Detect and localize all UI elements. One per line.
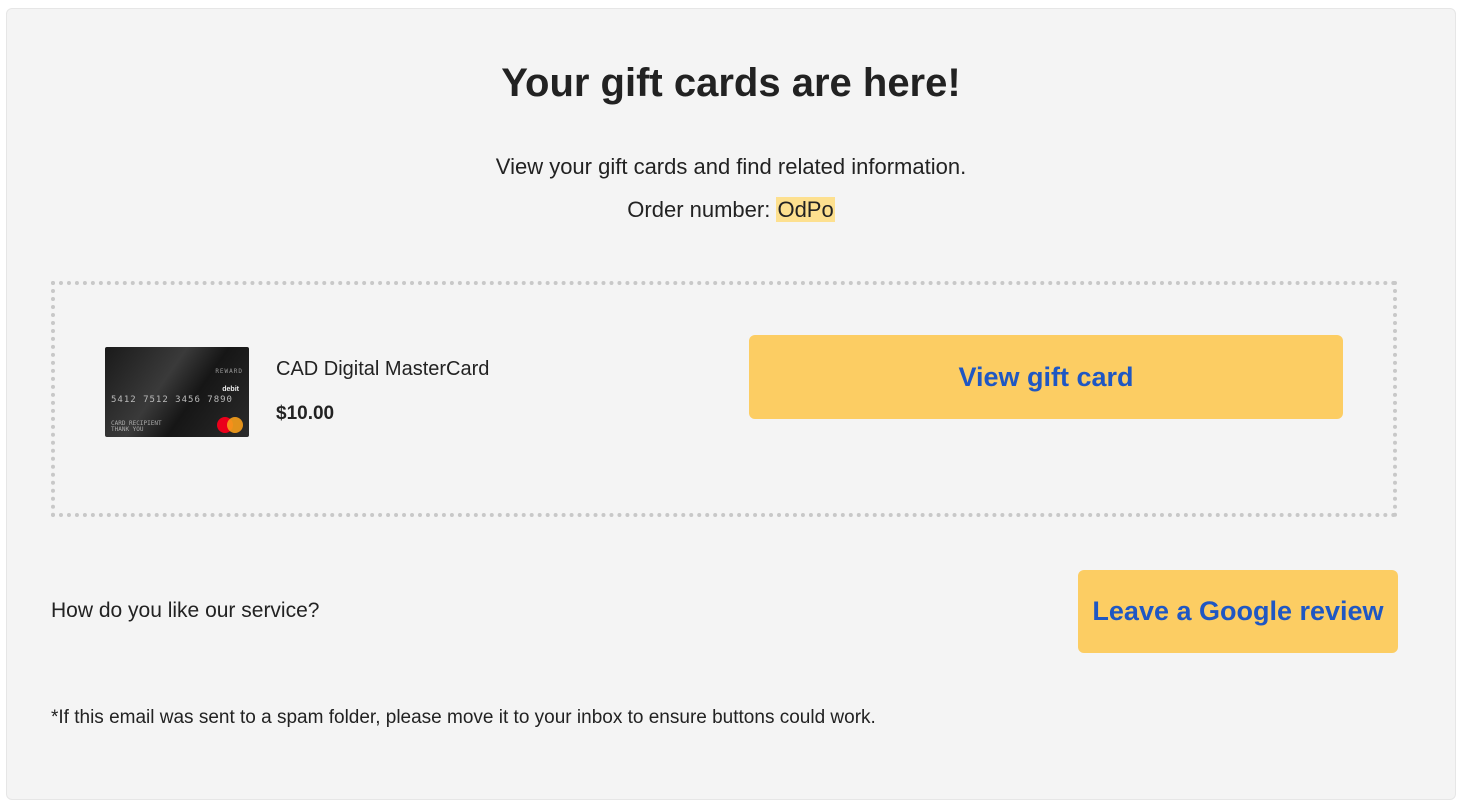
card-recipient-text: CARD RECIPIENT THANK YOU (111, 420, 162, 433)
gift-card-amount: $10.00 (276, 403, 335, 424)
gift-card-name: CAD Digital MasterCard (276, 358, 490, 380)
card-type-text: debit (222, 386, 239, 393)
view-gift-card-button[interactable]: View gift card (749, 335, 1343, 419)
spam-folder-note: *If this email was sent to a spam folder… (51, 707, 876, 728)
leave-google-review-button[interactable]: Leave a Google review (1078, 570, 1398, 653)
service-question: How do you like our service? (51, 599, 320, 622)
mastercard-logo-yellow (227, 417, 243, 433)
card-number-text: 5412 7512 3456 7890 (111, 395, 233, 405)
card-brand-text: REWARD (215, 368, 243, 375)
order-number-value: OdPo (776, 197, 835, 222)
page-subtitle: View your gift cards and find related in… (495, 154, 967, 179)
mastercard-card-image: REWARD debit 5412 7512 3456 7890 CARD RE… (105, 347, 249, 437)
order-number-line: Order number: OdPo (7, 197, 1455, 223)
order-number-label: Order number: (627, 197, 777, 222)
page-title: Your gift cards are here! (501, 61, 961, 105)
